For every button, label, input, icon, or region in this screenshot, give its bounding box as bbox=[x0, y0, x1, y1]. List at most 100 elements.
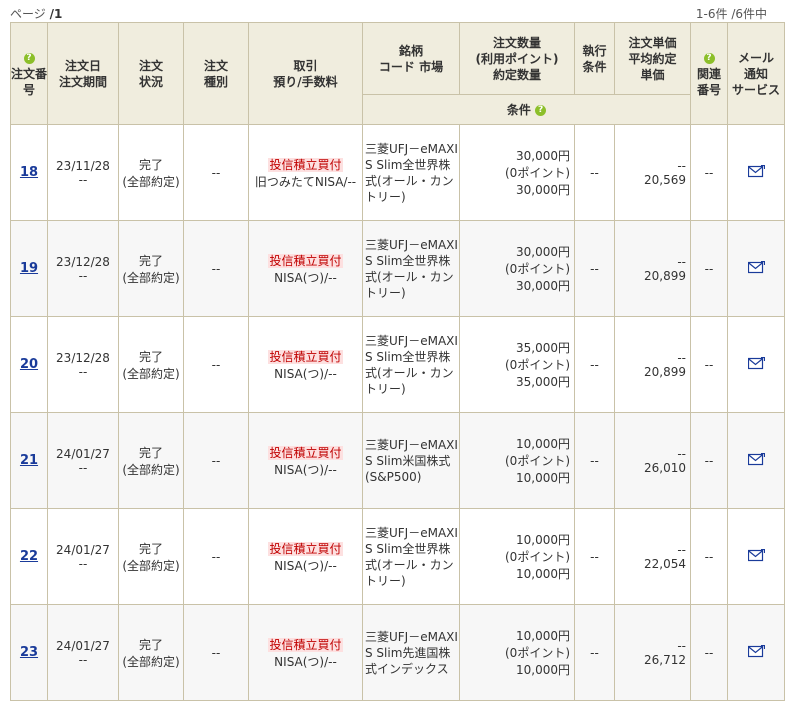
mail-cell bbox=[727, 220, 785, 317]
order-no-link[interactable]: 18 bbox=[20, 165, 38, 180]
price-cell: -- 20,899 bbox=[614, 316, 691, 413]
price-cell: -- 26,010 bbox=[614, 412, 691, 509]
exec-cond-cell: -- bbox=[574, 124, 615, 221]
help-icon[interactable]: ? bbox=[703, 52, 715, 64]
order-status: 完了 (全部約定) bbox=[122, 253, 180, 285]
order-no-link[interactable]: 22 bbox=[20, 549, 38, 564]
mail-cell bbox=[727, 508, 785, 605]
order-date: 23/12/28 bbox=[56, 350, 110, 365]
col-order-type-label: 注文 種別 bbox=[203, 58, 228, 89]
avg-exec-price: 20,569 bbox=[644, 172, 686, 187]
table-row: 19 23/12/28 -- 完了 (全部約定) -- 投信積立買付 NISA(つ)… bbox=[10, 220, 785, 317]
price-cell: -- 26,712 bbox=[614, 604, 691, 701]
order-no-cell: 20 bbox=[10, 316, 48, 413]
related-cell: -- bbox=[690, 124, 728, 221]
order-price: -- bbox=[677, 350, 686, 365]
trade-cell: 投信積立買付 NISA(つ)/-- bbox=[248, 316, 363, 413]
col-order-no-label: 注文番号 bbox=[11, 66, 48, 97]
order-no-link[interactable]: 21 bbox=[20, 453, 38, 468]
related-cell: -- bbox=[690, 220, 728, 317]
status-cell: 完了 (全部約定) bbox=[118, 604, 184, 701]
col-trade-label: 取引 預り/手数料 bbox=[273, 58, 338, 89]
related-no: -- bbox=[704, 357, 714, 372]
order-date-cell: 23/12/28 -- bbox=[47, 316, 119, 413]
related-no: -- bbox=[704, 261, 714, 276]
mail-notify-icon[interactable] bbox=[747, 548, 765, 565]
points-used: (0ポイント) bbox=[505, 262, 570, 276]
col-related: ? 関連 番号 bbox=[690, 22, 728, 125]
exec-cond-cell: -- bbox=[574, 412, 615, 509]
trade-cell: 投信積立買付 NISA(つ)/-- bbox=[248, 604, 363, 701]
col-order-date-label: 注文日 注文期間 bbox=[58, 58, 107, 89]
status-cell: 完了 (全部約定) bbox=[118, 316, 184, 413]
fund-name: 三菱UFJ－eMAXIS Slim米国株式(S&P500) bbox=[365, 437, 458, 484]
order-date-cell: 24/01/27 -- bbox=[47, 604, 119, 701]
account-type: NISA(つ)/-- bbox=[274, 366, 337, 381]
qty-cell: 30,000円 (0ポイント) 30,000円 bbox=[459, 220, 575, 317]
trade-cell: 投信積立買付 NISA(つ)/-- bbox=[248, 412, 363, 509]
qty-cell: 10,000円 (0ポイント) 10,000円 bbox=[459, 604, 575, 701]
col-status: 注文 状況 bbox=[118, 22, 184, 125]
pagination-bar: ページ /1 1-6件 /6件中 bbox=[0, 0, 801, 22]
order-period: -- bbox=[78, 364, 88, 379]
exec-qty: 30,000円 bbox=[516, 279, 570, 293]
exec-condition: -- bbox=[590, 645, 599, 660]
order-type-cell: -- bbox=[183, 316, 249, 413]
order-no-link[interactable]: 19 bbox=[20, 261, 38, 276]
col-condition-label: 条件 bbox=[506, 102, 531, 117]
mail-notify-icon[interactable] bbox=[747, 260, 765, 277]
col-fund-label: 銘柄 コード 市場 bbox=[378, 43, 444, 74]
fund-cell: 三菱UFJ－eMAXIS Slim全世界株式(オール・カントリー) bbox=[362, 124, 460, 221]
status-cell: 完了 (全部約定) bbox=[118, 412, 184, 509]
mail-notify-icon[interactable] bbox=[747, 356, 765, 373]
trade-type: 投信積立買付 bbox=[268, 157, 343, 172]
related-cell: -- bbox=[690, 508, 728, 605]
order-type: -- bbox=[211, 261, 221, 276]
order-type-cell: -- bbox=[183, 508, 249, 605]
trade-type: 投信積立買付 bbox=[268, 349, 343, 364]
col-condition: 条件 ? bbox=[362, 94, 691, 125]
fund-cell: 三菱UFJ－eMAXIS Slim先進国株式インデックス bbox=[362, 604, 460, 701]
order-qty: 30,000円 bbox=[516, 245, 570, 259]
help-icon[interactable]: ? bbox=[535, 104, 547, 116]
order-date: 23/12/28 bbox=[56, 254, 110, 269]
order-qty: 35,000円 bbox=[516, 341, 570, 355]
order-date: 24/01/27 bbox=[56, 542, 110, 557]
points-used: (0ポイント) bbox=[505, 646, 570, 660]
col-status-label: 注文 状況 bbox=[138, 58, 163, 89]
trade-type: 投信積立買付 bbox=[268, 253, 343, 268]
col-order-type: 注文 種別 bbox=[183, 22, 249, 125]
page-label: ページ bbox=[10, 7, 46, 21]
page-indicator: ページ /1 bbox=[10, 5, 62, 22]
order-history-table: ? 注文番号 注文日 注文期間 注文 状況 注文 種別 取引 預り/手数料 銘柄 … bbox=[10, 22, 785, 701]
order-status: 完了 (全部約定) bbox=[122, 157, 180, 189]
related-cell: -- bbox=[690, 412, 728, 509]
mail-notify-icon[interactable] bbox=[747, 644, 765, 661]
col-fund: 銘柄 コード 市場 bbox=[362, 22, 460, 95]
order-type: -- bbox=[211, 165, 221, 180]
mail-notify-icon[interactable] bbox=[747, 452, 765, 469]
related-cell: -- bbox=[690, 604, 728, 701]
mail-notify-icon[interactable] bbox=[747, 164, 765, 181]
order-status: 完了 (全部約定) bbox=[122, 349, 180, 381]
exec-condition: -- bbox=[590, 165, 599, 180]
related-no: -- bbox=[704, 645, 714, 660]
order-date-cell: 23/12/28 -- bbox=[47, 220, 119, 317]
col-order-date: 注文日 注文期間 bbox=[47, 22, 119, 125]
exec-qty: 10,000円 bbox=[516, 663, 570, 677]
exec-condition: -- bbox=[590, 357, 599, 372]
help-icon[interactable]: ? bbox=[23, 52, 35, 64]
order-period: -- bbox=[78, 268, 88, 283]
order-date: 24/01/27 bbox=[56, 638, 110, 653]
qty-cell: 35,000円 (0ポイント) 35,000円 bbox=[459, 316, 575, 413]
order-no-link[interactable]: 20 bbox=[20, 357, 38, 372]
order-price: -- bbox=[677, 638, 686, 653]
order-no-link[interactable]: 23 bbox=[20, 645, 38, 660]
order-period: -- bbox=[78, 172, 88, 187]
col-trade: 取引 預り/手数料 bbox=[248, 22, 363, 125]
table-row: 22 24/01/27 -- 完了 (全部約定) -- 投信積立買付 NISA(つ)… bbox=[10, 508, 785, 605]
exec-qty: 10,000円 bbox=[516, 567, 570, 581]
order-period: -- bbox=[78, 460, 88, 475]
fund-name: 三菱UFJ－eMAXIS Slim全世界株式(オール・カントリー) bbox=[365, 141, 458, 204]
avg-exec-price: 20,899 bbox=[644, 364, 686, 379]
